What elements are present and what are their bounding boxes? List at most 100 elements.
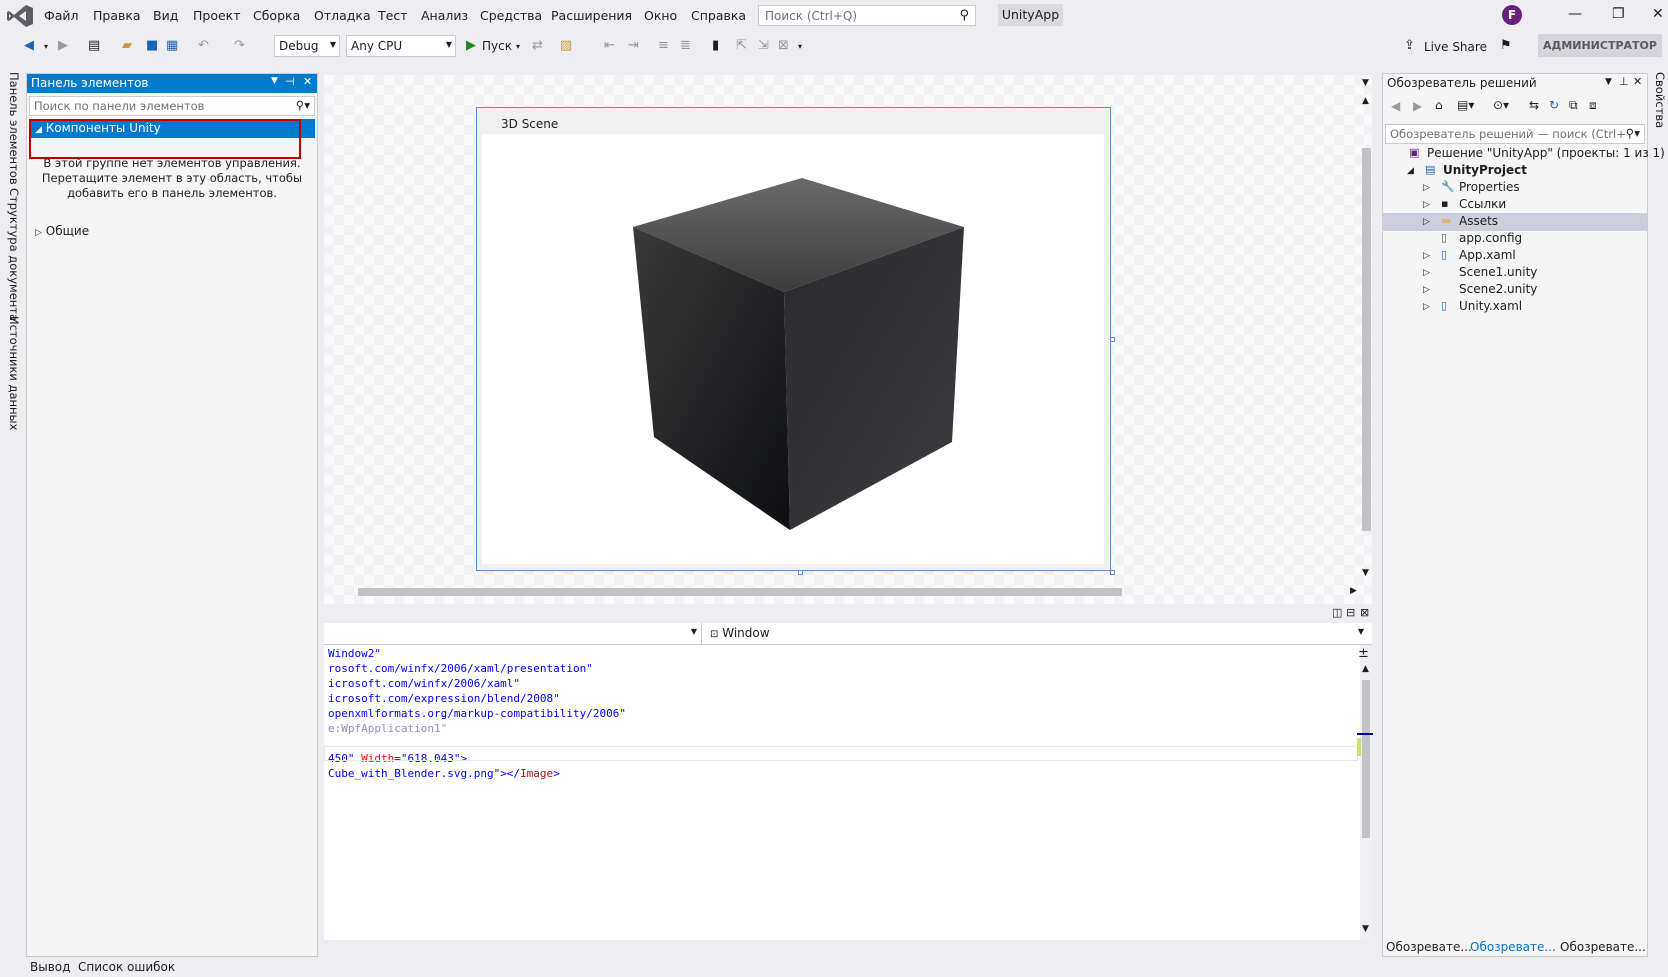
tab-error-list[interactable]: Список ошибок <box>78 960 175 974</box>
close-icon[interactable]: ✕ <box>303 75 312 88</box>
tree-item[interactable]: ▯ app.config <box>1383 230 1647 248</box>
new-project-icon[interactable]: ▤ <box>88 38 100 53</box>
menu-item-8[interactable]: Анализ <box>421 8 468 23</box>
xaml-element-combo[interactable]: ⊡ Window ▼ <box>706 623 1368 644</box>
tab-solution-explorer-2[interactable]: Обозревате... <box>1470 940 1556 954</box>
save-all-icon[interactable]: ▦ <box>166 38 178 53</box>
designer-menu-icon[interactable]: ▼ <box>1362 78 1369 88</box>
close-window-icon[interactable]: ✕ <box>1652 6 1664 22</box>
split-editor-icon[interactable]: ± <box>1358 646 1369 661</box>
tree-item[interactable]: ▷ Scene1.unity <box>1383 264 1647 282</box>
collapsed-triangle-icon[interactable]: ▷ <box>1423 268 1430 278</box>
collapsed-triangle-icon[interactable]: ▷ <box>1423 183 1430 193</box>
feedback-icon[interactable]: ⚑ <box>1500 38 1512 53</box>
menu-item-5[interactable]: Сборка <box>253 8 300 23</box>
vertical-split-icon[interactable]: ◫ <box>1332 606 1342 619</box>
designer-xaml-splitter[interactable]: ◫ ⊟ ⊠ <box>324 604 1372 622</box>
menu-item-1[interactable]: Файл <box>44 8 79 23</box>
clear-bookmarks-icon[interactable]: ⊠ <box>778 38 789 53</box>
tree-item[interactable]: ▣ Решение "UnityApp" (проекты: 1 из 1) <box>1383 145 1665 163</box>
save-icon[interactable]: ■ <box>146 38 158 53</box>
pin-icon[interactable]: ⊣ <box>285 75 295 88</box>
menu-item-9[interactable]: Средства <box>480 8 542 23</box>
scroll-down-icon[interactable]: ▼ <box>1362 568 1369 578</box>
menu-item-3[interactable]: Вид <box>153 8 178 23</box>
switch-views-icon[interactable]: ▤▾ <box>1457 98 1474 112</box>
start-dropdown-icon[interactable]: ▾ <box>516 42 520 51</box>
uncomment-icon[interactable]: ≣ <box>680 38 691 53</box>
resize-handle-corner[interactable] <box>1110 570 1115 575</box>
toolbox-group-general[interactable]: ▷ Общие <box>35 224 89 238</box>
avatar[interactable]: F <box>1502 5 1522 25</box>
collapsed-triangle-icon[interactable]: ▷ <box>1423 217 1430 227</box>
back-icon[interactable]: ◀ <box>24 38 34 53</box>
restore-icon[interactable]: ❐ <box>1612 6 1625 22</box>
refresh-icon[interactable]: ↻ <box>1549 98 1559 112</box>
menu-item-7[interactable]: Тест <box>378 8 407 23</box>
tree-item[interactable]: ▷ ▬ Assets <box>1383 213 1647 231</box>
xaml-type-combo[interactable]: ▼ <box>324 623 702 644</box>
collapsed-triangle-icon[interactable]: ▷ <box>1423 302 1430 312</box>
menu-item-4[interactable]: Проект <box>193 8 241 23</box>
collapsed-triangle-icon[interactable]: ▷ <box>1423 200 1430 210</box>
resize-handle-right[interactable] <box>1110 337 1115 342</box>
forward-icon[interactable]: ▶ <box>1413 99 1422 113</box>
close-icon[interactable]: ✕ <box>1633 75 1642 88</box>
tree-item[interactable]: ▷ ▯ App.xaml <box>1383 247 1647 265</box>
horizontal-split-icon[interactable]: ⊟ <box>1346 606 1355 619</box>
attach-icon[interactable]: ⇄ <box>532 38 543 53</box>
back-dropdown-icon[interactable]: ▾ <box>44 42 48 51</box>
sync-icon[interactable]: ⇆ <box>1529 98 1539 112</box>
menu-item-12[interactable]: Справка <box>691 8 746 23</box>
minimize-icon[interactable]: — <box>1568 6 1582 22</box>
pin-icon[interactable]: ⊥ <box>1619 75 1629 88</box>
expanded-triangle-icon[interactable]: ◢ <box>1407 166 1414 176</box>
menu-item-6[interactable]: Отладка <box>314 8 371 23</box>
quick-search-input[interactable]: Поиск (Ctrl+Q) ⚲ <box>758 5 976 26</box>
tab-output[interactable]: Вывод <box>30 960 70 974</box>
tree-item[interactable]: ▷ Scene2.unity <box>1383 281 1647 299</box>
xaml-code-editor[interactable]: Window2" rosoft.com/winfx/2006/xaml/prese… <box>324 645 1360 940</box>
tree-item[interactable]: ▷ ▪ Ссылки <box>1383 196 1647 214</box>
chevron-down-icon[interactable]: ▼ <box>271 76 278 86</box>
collapse-all-icon[interactable]: ⧉ <box>1569 98 1578 113</box>
tree-item[interactable]: ◢ ▤ UnityProject <box>1383 162 1647 180</box>
pending-changes-icon[interactable]: ⊙▾ <box>1493 98 1509 112</box>
tab-solution-explorer-1[interactable]: Обозревате... <box>1386 940 1472 954</box>
next-bookmark-icon[interactable]: ⇲ <box>758 38 769 53</box>
scroll-up-icon[interactable]: ▲ <box>1362 664 1369 674</box>
open-folder-icon[interactable]: ▰ <box>122 38 132 53</box>
menu-item-2[interactable]: Правка <box>93 8 141 23</box>
menu-item-10[interactable]: Расширения <box>551 8 632 23</box>
prev-bookmark-icon[interactable]: ⇱ <box>736 38 747 53</box>
tab-document-outline[interactable]: Структура документа <box>7 188 21 321</box>
tab-data-sources[interactable]: Источники данных <box>7 316 21 430</box>
collapsed-triangle-icon[interactable]: ▷ <box>1423 285 1430 295</box>
comment-icon[interactable]: ≡ <box>658 38 669 53</box>
bookmark-icon[interactable]: ▮ <box>712 38 719 53</box>
outdent-icon[interactable]: ⇤ <box>604 38 615 53</box>
toolbar-overflow-icon[interactable]: ▾ <box>798 42 802 51</box>
back-icon[interactable]: ◀ <box>1391 99 1400 113</box>
collapsed-triangle-icon[interactable]: ▷ <box>1423 251 1430 261</box>
menu-item-11[interactable]: Окно <box>644 8 677 23</box>
toolbox-search-input[interactable]: Поиск по панели элементов ⚲▾ <box>29 96 315 116</box>
indent-icon[interactable]: ⇥ <box>628 38 639 53</box>
find-in-files-icon[interactable]: ▨ <box>560 38 572 53</box>
live-share-button[interactable]: Live Share <box>1424 40 1487 54</box>
start-play-icon[interactable]: ▶ <box>466 38 476 53</box>
show-all-files-icon[interactable]: ⧈ <box>1589 98 1597 113</box>
solution-explorer-search-input[interactable]: Обозреватель решений — поиск (Ctrl+ж) ⚲▾ <box>1385 124 1645 144</box>
scroll-right-icon[interactable]: ▶ <box>1350 586 1357 596</box>
configuration-select[interactable]: Debug ▼ <box>274 35 340 57</box>
tree-item[interactable]: ▷ ▯ Unity.xaml <box>1383 298 1647 316</box>
platform-select[interactable]: Any CPU ▼ <box>346 35 456 57</box>
live-share-icon[interactable]: ⇪ <box>1404 38 1415 53</box>
forward-icon[interactable]: ▶ <box>58 38 68 53</box>
undo-icon[interactable]: ↶ <box>198 38 209 53</box>
designer-vertical-scrollbar[interactable] <box>1362 148 1371 531</box>
code-scrollbar-thumb[interactable] <box>1362 680 1370 838</box>
resize-handle-bottom[interactable] <box>798 570 803 575</box>
tab-solution-explorer-3[interactable]: Обозревате... <box>1560 940 1646 954</box>
window-3d-scene[interactable]: 3D Scene <box>476 107 1111 571</box>
